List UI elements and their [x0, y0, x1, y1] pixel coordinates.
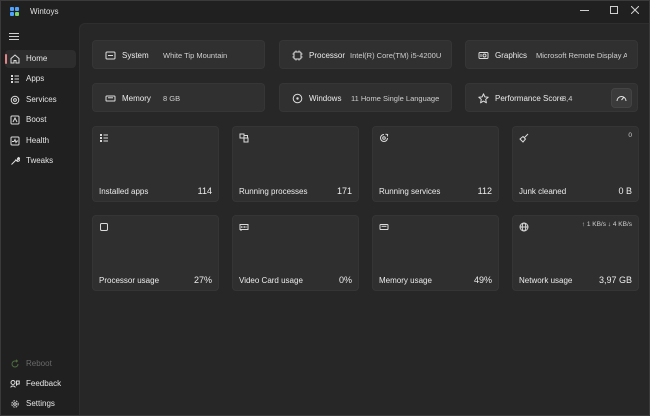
- system-card: System White Tip Mountain: [92, 40, 265, 69]
- memory-value: 8 GB: [163, 94, 181, 103]
- system-value: White Tip Mountain: [163, 51, 228, 60]
- sidebar-item-health[interactable]: Health: [5, 132, 76, 150]
- feedback-icon: [10, 379, 20, 389]
- processor-icon: [292, 50, 303, 61]
- graphics-value: Microsoft Remote Display Adapter: [536, 51, 627, 60]
- wintoys-logo-icon: [10, 7, 20, 17]
- junk-cleaned-value: 0 B: [618, 186, 632, 196]
- sidebar-item-services[interactable]: Services: [5, 91, 76, 109]
- sidebar: Home Apps Services Boost Health Tweaks R…: [1, 23, 79, 415]
- windows-icon: [292, 93, 303, 104]
- run-benchmark-button[interactable]: [611, 88, 632, 108]
- junk-cleaned-label: Junk cleaned: [519, 187, 567, 196]
- graphics-label: Graphics: [495, 51, 528, 60]
- network-usage-value: 3,97 GB: [598, 275, 632, 285]
- speedometer-icon: [616, 96, 627, 102]
- running-services-label: Running services: [379, 187, 441, 196]
- running-processes-label: Running processes: [239, 187, 308, 196]
- sidebar-item-reboot: Reboot: [5, 355, 76, 373]
- running-services-value: 112: [477, 186, 492, 196]
- processes-icon: [239, 133, 249, 143]
- ram-icon: [379, 222, 389, 232]
- broom-icon: [519, 133, 529, 143]
- running-processes-card[interactable]: Running processes 171: [232, 126, 359, 202]
- running-processes-value: 171: [336, 186, 352, 196]
- menu-toggle-icon[interactable]: [9, 33, 19, 41]
- star-icon: [478, 93, 489, 104]
- junk-cleaned-count: 0: [628, 132, 632, 139]
- junk-cleaned-card[interactable]: 0 Junk cleaned 0 B: [512, 126, 639, 202]
- system-icon: [105, 50, 116, 61]
- processor-usage-label: Processor usage: [99, 276, 160, 285]
- memory-usage-card[interactable]: Memory usage 49%: [372, 215, 499, 291]
- sidebar-item-label: Tweaks: [26, 156, 54, 165]
- performance-score-value: 8,4: [562, 94, 573, 103]
- windows-card: Windows 11 Home Single Language: [279, 83, 452, 112]
- network-usage-label: Network usage: [519, 276, 573, 285]
- gear-icon: [10, 399, 20, 409]
- memory-usage-value: 49%: [473, 275, 492, 285]
- app-title: Wintoys: [30, 7, 59, 16]
- graphics-icon: [478, 50, 489, 61]
- installed-apps-value: 114: [197, 186, 212, 196]
- processor-label: Processor: [309, 51, 346, 60]
- sidebar-item-label: Boost: [26, 115, 47, 124]
- video-card-usage-value: 0%: [338, 275, 352, 285]
- sidebar-item-settings[interactable]: Settings: [5, 395, 76, 413]
- installed-apps-card[interactable]: Installed apps 114: [92, 126, 219, 202]
- sidebar-item-label: Home: [26, 54, 48, 63]
- minimize-button[interactable]: [569, 1, 599, 19]
- globe-icon: [519, 222, 529, 232]
- network-usage-card[interactable]: ↑ 1 KB/s ↓ 4 KB/s Network usage 3,97 GB: [512, 215, 639, 291]
- performance-score-card: Performance Score 8,4: [465, 83, 638, 112]
- memory-label: Memory: [122, 94, 151, 103]
- gpu-icon: [239, 222, 249, 232]
- processor-usage-value: 27%: [193, 275, 212, 285]
- sidebar-item-boost[interactable]: Boost: [5, 111, 76, 129]
- processor-usage-card[interactable]: Processor usage 27%: [92, 215, 219, 291]
- performance-score-label: Performance Score: [495, 94, 564, 103]
- video-card-usage-label: Video Card usage: [239, 276, 303, 285]
- processor-card: Processor Intel(R) Core(TM) i5-4200U CPU…: [279, 40, 452, 69]
- sidebar-item-label: Settings: [26, 399, 55, 408]
- video-card-usage-card[interactable]: Video Card usage 0%: [232, 215, 359, 291]
- health-icon: [10, 136, 20, 146]
- sidebar-item-feedback[interactable]: Feedback: [5, 375, 76, 393]
- home-icon: [10, 54, 20, 64]
- app-window: Wintoys Home Apps Services Boost Health …: [0, 0, 650, 416]
- windows-value: 11 Home Single Language: [351, 94, 440, 103]
- sidebar-item-tweaks[interactable]: Tweaks: [5, 152, 76, 170]
- network-speed: ↑ 1 KB/s ↓ 4 KB/s: [581, 221, 632, 228]
- cpu-icon: [99, 222, 109, 232]
- memory-usage-label: Memory usage: [379, 276, 432, 285]
- apps-list-icon: [99, 133, 109, 143]
- sidebar-item-label: Health: [26, 136, 50, 145]
- running-services-card[interactable]: Running services 112: [372, 126, 499, 202]
- active-indicator: [5, 54, 7, 64]
- apps-icon: [10, 74, 20, 84]
- services-icon: [10, 95, 20, 105]
- sidebar-item-label: Apps: [26, 74, 45, 83]
- sidebar-item-apps[interactable]: Apps: [5, 70, 76, 88]
- installed-apps-label: Installed apps: [99, 187, 149, 196]
- system-label: System: [122, 51, 149, 60]
- tweaks-icon: [10, 156, 20, 166]
- sidebar-item-label: Reboot: [26, 359, 52, 368]
- sidebar-item-label: Services: [26, 95, 57, 104]
- home-page: System White Tip Mountain Processor Inte…: [79, 23, 649, 415]
- sidebar-item-label: Feedback: [26, 379, 62, 388]
- graphics-card: Graphics Microsoft Remote Display Adapte…: [465, 40, 638, 69]
- services-icon: [379, 133, 389, 143]
- windows-label: Windows: [309, 94, 342, 103]
- title-bar: Wintoys: [1, 1, 649, 23]
- reboot-icon: [10, 359, 20, 369]
- boost-icon: [10, 115, 20, 125]
- processor-value: Intel(R) Core(TM) i5-4200U CPU @ 1.60GHz: [350, 51, 442, 60]
- memory-card: Memory 8 GB: [92, 83, 265, 112]
- close-button[interactable]: [620, 1, 650, 19]
- sidebar-item-home[interactable]: Home: [5, 50, 76, 68]
- memory-icon: [105, 93, 116, 104]
